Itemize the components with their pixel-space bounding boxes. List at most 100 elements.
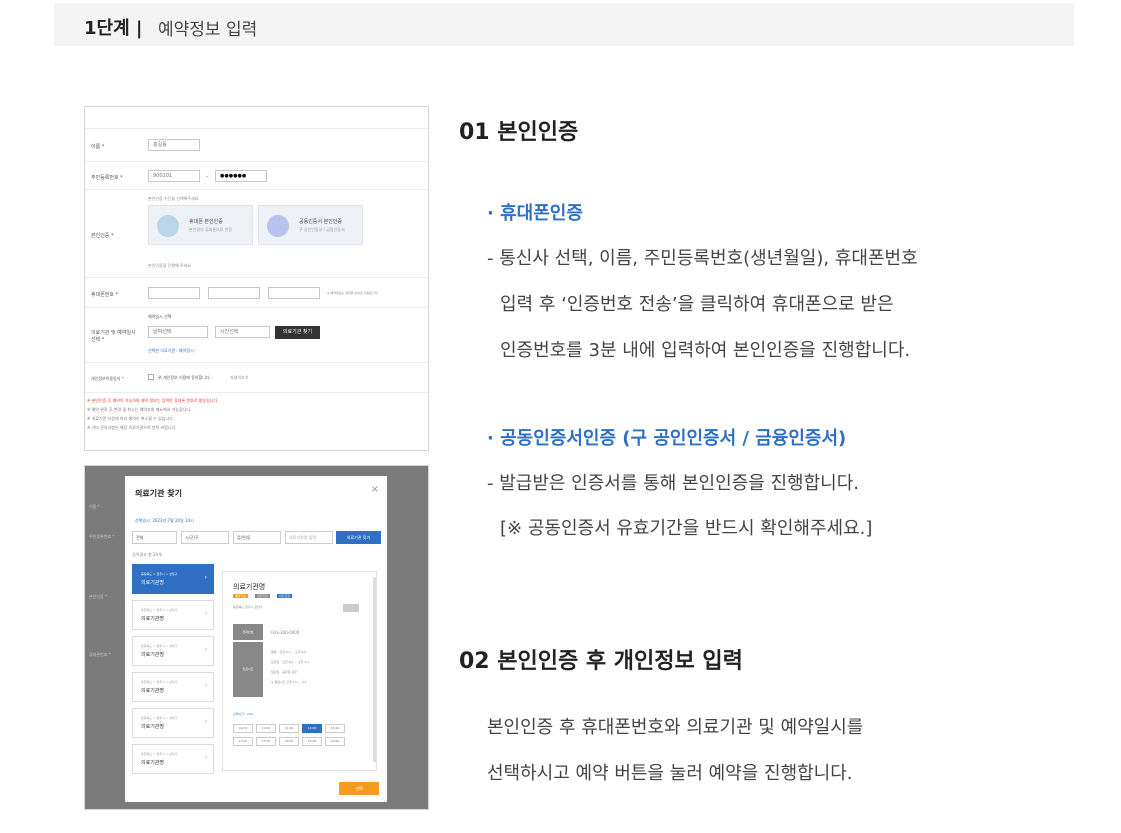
notice-line-1: ※ 본인인증 후 예약이 가능하며 예약 정보는 입력한 휴대폰 번호로 발송됩… <box>87 398 219 403</box>
hospital-item: 충청북도 > 청주시 > 상당구 의료기관명 › <box>132 672 214 702</box>
cert-auth-line-2: [※ 공동인증서 유효기간을 반드시 확인해주세요.] <box>500 518 873 539</box>
detail-tag: 야간진료 <box>277 594 293 598</box>
hospital-name: 의료기관명 <box>141 652 165 658</box>
hours-label: 진료시간 <box>233 642 263 697</box>
phone-label: 전화번호 <box>233 624 263 640</box>
hospital-item: 충청북도 > 청주시 > 상당구 의료기관명 › <box>132 564 214 594</box>
time-slot: 19:00 <box>302 737 322 746</box>
phone-auth-line-2: 입력 후 ‘인증번호 전송’을 클릭하여 휴대폰으로 받은 <box>500 294 894 315</box>
chevron-right-icon: › <box>204 718 207 725</box>
region-select-2: 시/군/구 <box>181 531 229 544</box>
section2-line-1: 본인인증 후 휴대폰번호와 의료기관 및 예약일시를 <box>487 717 864 738</box>
time-slot: 11:00 <box>279 724 299 733</box>
date-input: 날짜선택 <box>148 326 208 338</box>
modal-screenshot: 이름 * 주민등록번호 * 본인인증 * 휴대폰번호 * 의료기관 찾기 × 선… <box>84 465 429 810</box>
time-slot: 09:00 <box>233 724 253 733</box>
step-number: 1단계 | <box>84 18 143 39</box>
consent-text: 위 개인정보 이용에 동의합니다. <box>158 375 211 380</box>
cert-auth-line-1: - 발급받은 인증서를 통해 본인인증을 진행합니다. <box>487 473 860 494</box>
modal-title: 의료기관 찾기 <box>135 489 182 498</box>
hospital-search-button: 의료기관 찾기 <box>336 531 381 544</box>
notice-line-4: ※ 기타 문의사항은 해당 의료기관으로 연락 바랍니다. <box>87 425 177 430</box>
form-label-auth: 본인인증 * <box>91 233 114 239</box>
form-row-name: 이름 * 홍길동 <box>85 129 428 162</box>
cert-auth-desc: 구 공인인증서 / 금융인증서 <box>299 227 345 232</box>
hospital-name: 의료기관명 <box>141 580 165 586</box>
form-row-consent: 개인정보이용동의 * 위 개인정보 이용에 동의합니다. 자세히보기 <box>85 363 428 393</box>
region-select-3: 읍/면/동 <box>233 531 281 544</box>
section2-line-2: 선택하시고 예약 버튼을 눌러 예약을 진행합니다. <box>487 763 853 784</box>
hospital-detail-panel: 의료기관명 예약가능 검진기관 야간진료 충청북도 청주시 상당구 전화번호 0… <box>222 571 377 771</box>
rrn-dash: - <box>206 173 209 180</box>
phone-auth-title: 휴대폰 본인인증 <box>189 219 223 225</box>
detail-name: 의료기관명 <box>233 583 266 591</box>
phone-auth-card: 휴대폰 본인인증 본인명의 휴대폰으로 인증 <box>148 205 253 245</box>
hospital-item: 충청북도 > 청주시 > 상당구 의료기관명 › <box>132 708 214 738</box>
modal-date-info: 선택일시: 2023년 7월 20일 14시 <box>135 518 194 523</box>
map-button <box>343 604 359 612</box>
hospital-address: 충청북도 > 청주시 > 상당구 <box>141 680 178 684</box>
select-hospital-button: 선택 <box>339 782 379 795</box>
detail-scrollbar <box>373 577 376 762</box>
form-label-rrn: 주민등록번호 * <box>91 175 123 181</box>
phone-icon <box>157 215 179 237</box>
certificate-icon <box>267 215 289 237</box>
time-slot: 18:00 <box>279 737 299 746</box>
time-slot: 16:00 <box>233 737 253 746</box>
form-name-input: 홍길동 <box>148 139 200 151</box>
form-rrn-front: 900101 <box>148 170 200 182</box>
chevron-right-icon: › <box>204 682 207 689</box>
hospital-name: 의료기관명 <box>141 724 165 730</box>
bg-label-4: 휴대폰번호 * <box>89 652 111 657</box>
detail-address: 충청북도 청주시 상당구 <box>233 605 263 609</box>
region-select-1: 전체 <box>132 531 177 544</box>
step-header: 1단계 | 예약정보 입력 <box>54 3 1074 46</box>
detail-hours: 일요일 · 공휴일 휴무 <box>271 670 297 674</box>
cert-auth-title: 공동인증서 본인인증 <box>299 219 342 225</box>
bg-label-1: 이름 * <box>89 504 100 509</box>
chevron-right-icon: › <box>204 754 207 761</box>
form-label-hospital: 의료기관 및 예약일시 선택 * <box>91 330 136 343</box>
hospital-modal: 의료기관 찾기 × 선택일시: 2023년 7월 20일 14시 전체 시/군/… <box>125 476 387 802</box>
detail-hours: ※ 점심시간 오후 1시 ~ 2시 <box>271 680 307 684</box>
hospital-item: 충청북도 > 청주시 > 상당구 의료기관명 › <box>132 600 214 630</box>
hospital-address: 충청북도 > 청주시 > 상당구 <box>141 608 178 612</box>
phone-auth-line-3: 인증번호를 3분 내에 입력하여 본인인증을 진행합니다. <box>500 340 911 361</box>
hospital-item: 충청북도 > 청주시 > 상당구 의료기관명 › <box>132 636 214 666</box>
form-label-consent: 개인정보이용동의 * <box>91 376 124 381</box>
detail-phone: 043-200-0000 <box>271 630 300 635</box>
phone-hint: ※ 예약정보는 휴대폰 번호로 전송됩니다. <box>327 291 379 295</box>
auth-notice: 본인인증을 진행해 주세요 <box>148 263 192 268</box>
hospital-address: 충청북도 > 청주시 > 상당구 <box>141 752 178 756</box>
selected-info: 선택한 의료기관 : 예약일시 : <box>148 348 197 353</box>
form-row-phone: 휴대폰번호 * ※ 예약정보는 휴대폰 번호로 전송됩니다. <box>85 278 428 308</box>
detail-hours: 토요일 : 오전 9시 ~ 오후 1시 <box>271 660 309 664</box>
form-screenshot: 이름 * 홍길동 주민등록번호 * 900101 - ●●●●●● 본인인증 *… <box>84 106 429 451</box>
cert-auth-card: 공동인증서 본인인증 구 공인인증서 / 금융인증서 <box>258 205 363 245</box>
phone-input-2 <box>208 287 260 299</box>
bg-label-2: 주민등록번호 * <box>89 534 115 539</box>
phone-input-1 <box>148 287 200 299</box>
phone-input-3 <box>268 287 320 299</box>
section1-title: 01 본인인증 <box>459 120 579 145</box>
hospital-search-input: 의료기관명 입력 <box>285 531 333 544</box>
cert-auth-heading: · 공동인증서인증 (구 공인인증서 / 금융인증서) <box>487 428 847 449</box>
time-slot: 10:00 <box>256 724 276 733</box>
form-row-rrn: 주민등록번호 * 900101 - ●●●●●● <box>85 162 428 190</box>
hospital-name: 의료기관명 <box>141 760 165 766</box>
hospital-name: 의료기관명 <box>141 616 165 622</box>
chevron-right-icon: › <box>204 646 207 653</box>
section2-title: 02 본인인증 후 개인정보 입력 <box>459 649 743 674</box>
auth-hint: 본인인증 수단을 선택해주세요 <box>148 196 199 201</box>
time-select: 시간선택 <box>215 326 270 338</box>
form-row-auth: 본인인증 * 본인인증 수단을 선택해주세요 본인인증을 진행해 주세요 <box>85 190 428 278</box>
time-slot: 17:00 <box>256 737 276 746</box>
phone-auth-desc: 본인명의 휴대폰으로 인증 <box>189 227 233 232</box>
step-title: 예약정보 입력 <box>158 20 258 40</box>
chevron-right-icon: › <box>204 574 207 581</box>
time-slot-selected: 14:00 <box>302 724 322 733</box>
bg-label-3: 본인인증 * <box>89 594 107 599</box>
phone-auth-heading: · 휴대폰인증 <box>487 203 583 224</box>
form-label-phone: 휴대폰번호 * <box>91 292 119 298</box>
select-date-label: 예약일시 선택 <box>148 314 172 319</box>
